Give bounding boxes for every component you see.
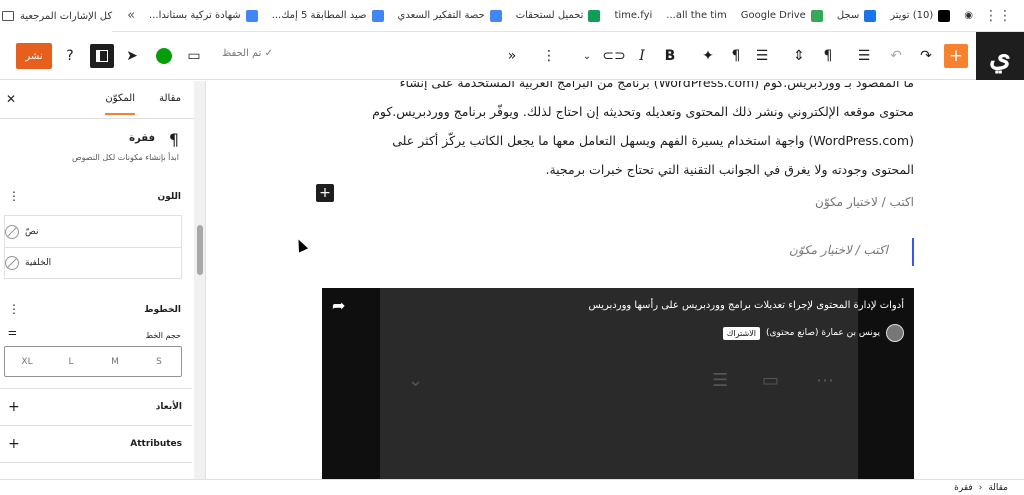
block-description: ابدأ بإنشاء مكونات لكل النصوص	[71, 153, 179, 162]
color-settings: نصّ الخلفية	[4, 215, 182, 279]
send-icon[interactable]: ➤	[122, 44, 142, 68]
undo-icon[interactable]: ↶	[886, 44, 906, 68]
paragraph-icon: ¶	[168, 130, 179, 149]
selected-paragraph-block[interactable]: اكتب / لاختيار مكوّن	[314, 238, 914, 266]
attributes-panel[interactable]: + Attributes	[0, 425, 192, 462]
editor-toolbar: ي + ↷ ↶ ☰ ¶ ⇕ ☰ ¶ ✦ B I ⊂⊃ ⌄ ⋮ » ✓ تم ال…	[0, 32, 1024, 80]
help-icon[interactable]: ?	[60, 44, 80, 68]
color-options-icon[interactable]: ⋮	[8, 189, 20, 203]
bookmark-item[interactable]: سجل	[830, 4, 883, 28]
block-inserter-button[interactable]: +	[944, 44, 968, 68]
folder-icon	[2, 11, 14, 21]
link-icon[interactable]: ⊂⊃	[602, 44, 625, 68]
size-m[interactable]: M	[93, 347, 137, 376]
chevron-down-icon: ⌄	[408, 370, 424, 391]
bookmark-item[interactable]: شهادة تركية بستاندا...	[142, 4, 265, 28]
bookmarks-bar: ⋮⋮ ◉ (10) تويتر سجل Google Drive all the…	[0, 0, 1024, 32]
video-frame	[380, 288, 858, 479]
preview-device-icon[interactable]: ▭	[184, 44, 204, 68]
chevron-down-icon[interactable]: ⌄	[578, 44, 596, 68]
cast-icon: ▭	[762, 370, 780, 391]
breadcrumb-post[interactable]: مقالة	[988, 483, 1008, 493]
youtube-embed[interactable]: ➦ أدوات لإدارة المحتوى لإجراء تعديلات بر…	[322, 288, 914, 479]
inline-inserter-button[interactable]: +	[316, 184, 334, 202]
paragraph-block[interactable]: ما المقصود بـ ووردبريس.كوم (WordPress.co…	[314, 81, 914, 184]
ai-sparkle-icon[interactable]: ✦	[698, 44, 718, 68]
align-icon[interactable]: ☰	[752, 44, 772, 68]
avatar[interactable]	[886, 324, 904, 342]
font-size-settings-icon[interactable]: ⚌	[8, 327, 17, 338]
plus-icon: +	[8, 436, 20, 452]
bold-icon[interactable]: B	[660, 44, 680, 68]
more-options-icon[interactable]: ⋮	[540, 44, 558, 68]
editor-canvas: ما المقصود بـ ووردبريس.كوم (WordPress.co…	[206, 81, 1024, 479]
jetpack-icon[interactable]	[154, 44, 174, 68]
saved-status: ✓ تم الحفظ	[222, 48, 274, 59]
sidebar-scrollbar[interactable]	[194, 81, 205, 479]
size-xl[interactable]: XL	[5, 347, 49, 376]
more-bookmarks-icon[interactable]: »	[120, 4, 142, 28]
more-panel[interactable]	[0, 462, 192, 479]
more-icon: ⋯	[816, 370, 834, 391]
size-s[interactable]: S	[137, 347, 181, 376]
typography-options-icon[interactable]: ⋮	[8, 302, 20, 316]
block-title: فقرة	[129, 133, 155, 144]
close-icon[interactable]: ✕	[6, 92, 16, 106]
rtl-paragraph-icon[interactable]: ¶	[726, 44, 746, 68]
scrollbar-thumb[interactable]	[197, 225, 203, 275]
bookmark-item[interactable]: all the tim...	[659, 4, 733, 28]
plus-icon: +	[8, 399, 20, 415]
bookmark-item[interactable]: (10) تويتر	[883, 4, 957, 28]
bookmark-item[interactable]: تحميل لستحقات	[509, 4, 608, 28]
list-view-icon[interactable]: ☰	[854, 44, 874, 68]
tab-post[interactable]: مقالة	[159, 93, 181, 104]
video-channel: يونس بن عمارة (صانع محتوى) الاشتراك	[722, 324, 904, 342]
share-icon[interactable]: ➦	[332, 296, 345, 315]
tab-block[interactable]: المكوّن	[105, 93, 135, 115]
paragraph-icon[interactable]: ¶	[818, 44, 838, 68]
dimensions-panel[interactable]: + الأبعاد	[0, 388, 192, 425]
move-arrows-icon[interactable]: ⇕	[790, 44, 808, 68]
bookmark-item[interactable]: time.fyi	[607, 4, 659, 28]
subscribe-button[interactable]: الاشتراك	[722, 326, 760, 340]
text-color-swatch	[5, 224, 19, 239]
sidebar-tabs: مقالة المكوّن ✕	[0, 81, 205, 119]
bookmark-item[interactable]: حصة التفكير السعدي	[391, 4, 509, 28]
block-breadcrumb: مقالة ‹ فقرة	[0, 479, 1024, 495]
breadcrumb-paragraph[interactable]: فقرة	[954, 483, 973, 493]
settings-sidebar: مقالة المكوّن ✕ ¶ فقرة ابدأ بإنشاء مكونا…	[0, 81, 206, 479]
font-size-picker: XL L M S	[4, 346, 182, 377]
collapse-toolbar-icon[interactable]: »	[502, 44, 522, 68]
background-color-swatch	[5, 256, 19, 270]
publish-button[interactable]: نشر	[16, 43, 52, 69]
text-color-row[interactable]: نصّ	[5, 216, 181, 247]
queue-icon: ☰	[712, 370, 729, 391]
background-color-row[interactable]: الخلفية	[5, 247, 181, 278]
site-logo[interactable]: ي	[976, 32, 1024, 80]
bookmark-item[interactable]: Google Drive	[734, 4, 830, 28]
typography-section-title: الخطوط	[144, 305, 181, 315]
empty-block-placeholder[interactable]: اكتب / لاختيار مكوّن	[815, 195, 914, 209]
all-bookmarks-folder[interactable]: كل الإشارات المرجعية	[0, 0, 113, 32]
video-title[interactable]: أدوات لإدارة المحتوى لإجراء تعديلات برام…	[588, 300, 904, 311]
breadcrumb-separator-icon: ‹	[978, 482, 983, 493]
redo-icon[interactable]: ↷	[916, 44, 936, 68]
apps-icon[interactable]: ⋮⋮	[980, 4, 1016, 28]
size-l[interactable]: L	[49, 347, 93, 376]
font-size-label: حجم الخط	[145, 331, 181, 340]
bookmark-item[interactable]: صيد المطابقة 5 إمك...	[265, 4, 391, 28]
italic-icon[interactable]: I	[632, 44, 652, 68]
chrome-icon[interactable]: ◉	[957, 4, 980, 28]
channel-name[interactable]: يونس بن عمارة (صانع محتوى)	[766, 328, 880, 338]
settings-sidebar-toggle[interactable]	[90, 44, 114, 68]
color-section-title: اللون	[157, 192, 181, 202]
